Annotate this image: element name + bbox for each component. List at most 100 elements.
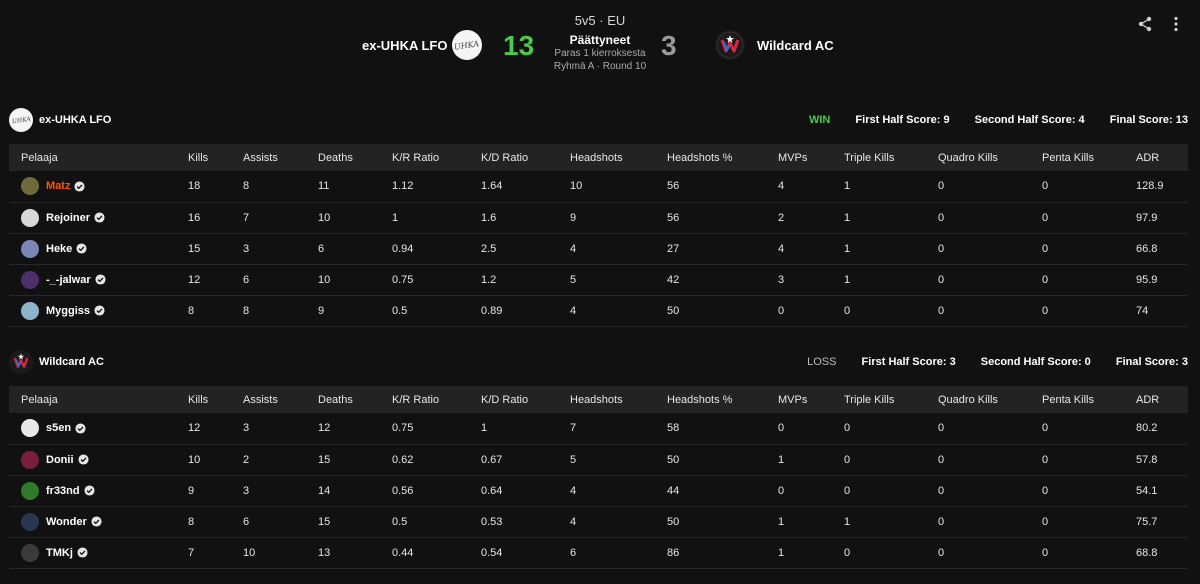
avatar[interactable] xyxy=(21,239,39,258)
column-header[interactable]: Kills xyxy=(176,144,231,171)
stat-cell: 0 xyxy=(844,422,851,435)
avatar[interactable] xyxy=(21,301,39,320)
column-header[interactable]: MVPs xyxy=(766,386,832,413)
stat-cell: 0.5 xyxy=(392,515,408,528)
avatar[interactable] xyxy=(21,450,39,469)
match-mode: 5v5 · EU xyxy=(574,13,626,28)
team1-second-half: Second Half Score: 4 xyxy=(974,114,1085,126)
player-name[interactable]: s5en xyxy=(46,422,71,434)
player-name[interactable]: Matz xyxy=(46,180,70,192)
column-header[interactable]: ADR xyxy=(1124,386,1188,413)
column-header[interactable]: Quadro Kills xyxy=(926,386,1030,413)
column-header[interactable]: ADR xyxy=(1124,144,1188,171)
stat-cell: 86 xyxy=(667,546,680,559)
stat-cell: 18 xyxy=(188,180,201,193)
stat-cell: 3 xyxy=(243,422,250,435)
stat-cell: 8 xyxy=(243,304,250,317)
player-row: Donii 10 2 15 0.62 0.67 5 50 1 0 0 0 57.8 xyxy=(9,444,1188,475)
stat-cell: 1 xyxy=(844,180,851,193)
column-header[interactable]: Pelaaja xyxy=(9,386,176,413)
stat-cell: 44 xyxy=(667,484,680,497)
player-name[interactable]: Heke xyxy=(46,243,72,255)
stat-cell: 0.67 xyxy=(481,453,503,466)
stat-cell: 15 xyxy=(318,515,331,528)
stat-cell: 0 xyxy=(1042,546,1049,559)
team1-section-name[interactable]: ex-UHKA LFO xyxy=(39,114,111,126)
column-header[interactable]: MVPs xyxy=(766,144,832,171)
avatar[interactable] xyxy=(21,208,39,227)
player-name[interactable]: -_-jalwar xyxy=(46,274,91,286)
player-row: s5en 12 3 12 0.75 1 7 58 0 0 0 0 80.2 xyxy=(9,413,1188,444)
stat-cell: 0 xyxy=(1042,273,1049,286)
more-vertical-icon[interactable] xyxy=(1166,14,1186,34)
player-name[interactable]: TMKj xyxy=(46,547,73,559)
team2-final-score: Final Score: 3 xyxy=(1115,356,1188,368)
stat-cell: 74 xyxy=(1136,304,1149,317)
column-header[interactable]: Triple Kills xyxy=(832,386,926,413)
team1-stats-table: Pelaaja Kills Assists Deaths K/R Ratio K/D Ra… xyxy=(9,144,1188,327)
stat-cell: 4 xyxy=(778,180,785,193)
stat-cell: 0 xyxy=(844,304,851,317)
column-header[interactable]: Deaths xyxy=(306,144,380,171)
column-header[interactable]: K/R Ratio xyxy=(380,144,469,171)
player-row: Myggiss 8 8 9 0.5 0.89 4 50 0 0 0 0 74 xyxy=(9,295,1188,326)
stat-cell: 12 xyxy=(188,273,201,286)
column-header[interactable]: Penta Kills xyxy=(1030,144,1124,171)
avatar[interactable] xyxy=(21,512,39,531)
stat-cell: 9 xyxy=(188,484,195,497)
team2-logo[interactable] xyxy=(715,30,745,60)
stat-cell: 16 xyxy=(188,211,201,224)
stat-cell: 7 xyxy=(188,546,195,559)
stat-cell: 0 xyxy=(1042,211,1049,224)
player-name[interactable]: fr33nd xyxy=(46,485,80,497)
stat-cell: 42 xyxy=(667,273,680,286)
team2-section-logo[interactable] xyxy=(9,350,33,374)
avatar[interactable] xyxy=(21,419,39,438)
column-header[interactable]: K/D Ratio xyxy=(469,144,558,171)
column-header[interactable]: Penta Kills xyxy=(1030,386,1124,413)
column-header[interactable]: Pelaaja xyxy=(9,144,176,171)
column-header[interactable]: Headshots xyxy=(558,144,655,171)
column-header[interactable]: Assists xyxy=(231,144,306,171)
column-header[interactable]: Kills xyxy=(176,386,231,413)
team2-section-name[interactable]: Wildcard AC xyxy=(39,356,104,368)
column-header[interactable]: Triple Kills xyxy=(832,144,926,171)
wildcard-logo-icon xyxy=(716,31,744,59)
column-header[interactable]: Assists xyxy=(231,386,306,413)
team2-section: Wildcard AC LOSS First Half Score: 3 Sec… xyxy=(9,347,1188,569)
player-name[interactable]: Rejoiner xyxy=(46,212,90,224)
player-name[interactable]: Wonder xyxy=(46,516,87,528)
stat-cell: 8 xyxy=(243,180,250,193)
avatar[interactable] xyxy=(21,270,39,289)
team1-score-summary: WIN First Half Score: 9 Second Half Scor… xyxy=(787,114,1188,126)
stat-cell: 7 xyxy=(570,422,577,435)
column-header[interactable]: K/R Ratio xyxy=(380,386,469,413)
column-header[interactable]: Quadro Kills xyxy=(926,144,1030,171)
stat-cell: 1.6 xyxy=(481,211,497,224)
stat-cell: 0.5 xyxy=(392,304,408,317)
column-header[interactable]: Headshots xyxy=(558,386,655,413)
stat-cell: 0 xyxy=(938,515,945,528)
team1-section: UHKA ex-UHKA LFO WIN First Half Score: 9… xyxy=(9,105,1188,327)
stat-cell: 0.89 xyxy=(481,304,503,317)
avatar[interactable] xyxy=(21,177,39,196)
stat-cell: 3 xyxy=(778,273,785,286)
wildcard-logo-icon xyxy=(13,353,29,368)
team2-player-rows: s5en 12 3 12 0.75 1 7 58 0 0 0 0 80.2 Donii 10 2 15 0.62 0… xyxy=(9,413,1188,568)
stat-cell: 56 xyxy=(667,211,680,224)
column-header[interactable]: Deaths xyxy=(306,386,380,413)
avatar[interactable] xyxy=(21,481,39,500)
team2-name[interactable]: Wildcard AC xyxy=(757,38,834,53)
column-header[interactable]: Headshots % xyxy=(655,386,766,413)
team1-section-logo[interactable]: UHKA xyxy=(9,108,33,132)
stat-cell: 0 xyxy=(1042,242,1049,255)
player-row: fr33nd 9 3 14 0.56 0.64 4 44 0 0 0 0 54.1 xyxy=(9,475,1188,506)
avatar[interactable] xyxy=(21,543,39,562)
player-name[interactable]: Myggiss xyxy=(46,305,90,317)
share-icon[interactable] xyxy=(1135,14,1155,34)
player-name[interactable]: Donii xyxy=(46,454,74,466)
player-row: -_-jalwar 12 6 10 0.75 1.2 5 42 3 1 0 0 95.9 xyxy=(9,264,1188,295)
stat-cell: 27 xyxy=(667,242,680,255)
column-header[interactable]: K/D Ratio xyxy=(469,386,558,413)
column-header[interactable]: Headshots % xyxy=(655,144,766,171)
